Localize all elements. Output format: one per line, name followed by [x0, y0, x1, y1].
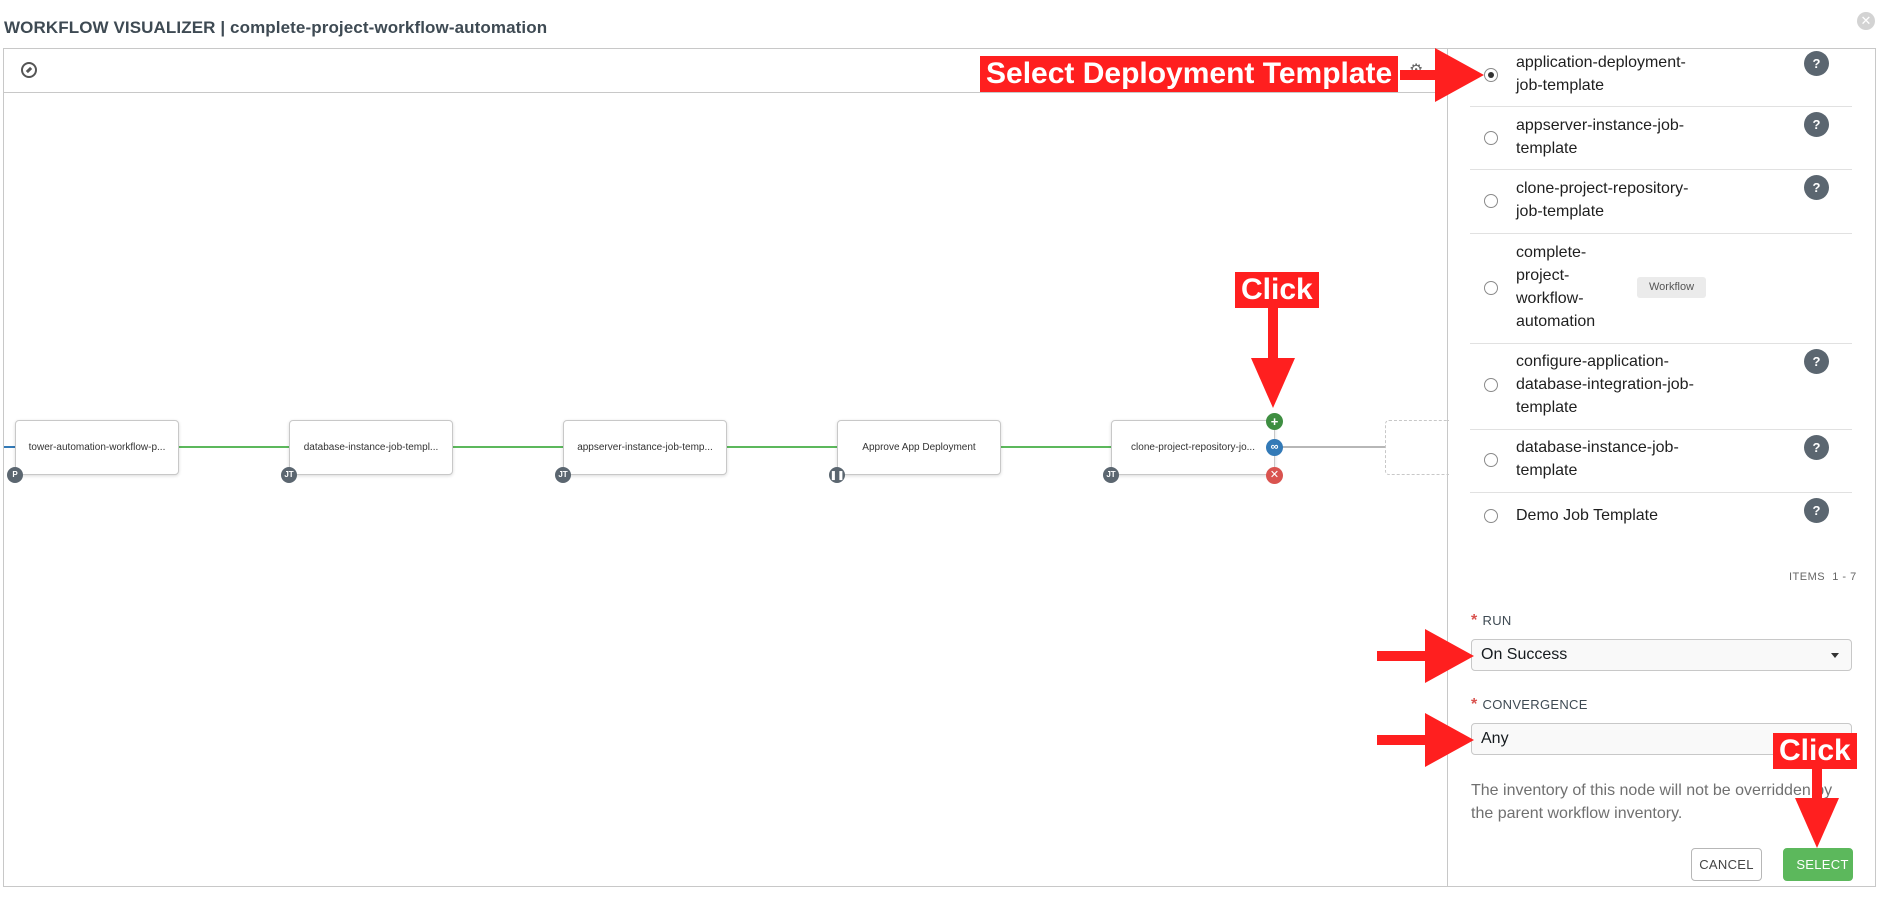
- annotation-arrow-head: [1425, 629, 1474, 683]
- annotation-arrow-head: [1795, 798, 1839, 848]
- caret-down-icon: [1831, 653, 1839, 658]
- required-mark: *: [1471, 696, 1478, 713]
- template-name: clone-project-repository- job-template: [1516, 180, 1689, 220]
- template-radio[interactable]: [1484, 378, 1498, 392]
- annotation-arrow-shaft: [1400, 70, 1440, 80]
- template-name: complete- project- workflow- automation: [1516, 244, 1596, 330]
- convergence-label: * CONVERGENCE: [1471, 696, 1588, 713]
- items-count: ITEMS 1 - 7: [1789, 571, 1857, 583]
- template-row[interactable]: database-instance-job- template ?: [1470, 429, 1852, 493]
- template-row[interactable]: appserver-instance-job- template ?: [1470, 106, 1852, 170]
- annotation-arrow-shaft: [1377, 651, 1427, 661]
- template-radio[interactable]: [1484, 509, 1498, 523]
- annotation-select-template: Select Deployment Template: [980, 56, 1399, 92]
- template-name: Demo Job Template: [1516, 507, 1658, 524]
- help-icon[interactable]: ?: [1804, 112, 1829, 137]
- annotation-arrow-head: [1251, 358, 1295, 408]
- template-name: appserver-instance-job- template: [1516, 117, 1685, 157]
- run-label: * RUN: [1471, 612, 1512, 629]
- annotation-click-add: Click: [1235, 272, 1319, 308]
- annotation-arrow-head: [1425, 713, 1474, 767]
- cancel-button[interactable]: CANCEL: [1691, 848, 1762, 881]
- template-radio[interactable]: [1484, 68, 1498, 82]
- select-button[interactable]: SELECT: [1783, 848, 1853, 881]
- template-radio[interactable]: [1484, 281, 1498, 295]
- help-icon[interactable]: ?: [1804, 435, 1829, 460]
- annotation-click-select: Click: [1773, 733, 1857, 769]
- template-row[interactable]: clone-project-repository- job-template ?: [1470, 169, 1852, 234]
- close-icon[interactable]: ✕: [1857, 12, 1875, 30]
- template-radio[interactable]: [1484, 453, 1498, 467]
- template-name: application-deployment- job-template: [1516, 54, 1686, 94]
- template-name: database-instance-job- template: [1516, 439, 1679, 479]
- help-icon[interactable]: ?: [1804, 175, 1829, 200]
- inventory-help-text: The inventory of this node will not be o…: [1471, 782, 1833, 822]
- annotation-arrow-shaft: [1812, 768, 1822, 800]
- run-select[interactable]: On Success: [1471, 639, 1852, 671]
- help-icon[interactable]: ?: [1804, 349, 1829, 374]
- template-radio[interactable]: [1484, 194, 1498, 208]
- template-radio[interactable]: [1484, 131, 1498, 145]
- template-row[interactable]: configure-application- database-integrat…: [1470, 343, 1852, 430]
- template-row[interactable]: application-deployment- job-template ?: [1470, 50, 1852, 107]
- help-icon[interactable]: ?: [1804, 498, 1829, 523]
- page-title: WORKFLOW VISUALIZER | complete-project-w…: [4, 18, 548, 37]
- annotation-arrow-head: [1435, 48, 1484, 102]
- template-name: configure-application- database-integrat…: [1516, 353, 1694, 416]
- template-row[interactable]: Demo Job Template ?: [1470, 492, 1852, 546]
- annotation-arrow-shaft: [1377, 735, 1427, 745]
- template-row[interactable]: complete- project- workflow- automation …: [1470, 233, 1852, 344]
- required-mark: *: [1471, 612, 1478, 629]
- workflow-tag: Workflow: [1637, 277, 1706, 298]
- help-icon[interactable]: ?: [1804, 51, 1829, 76]
- annotation-arrow-shaft: [1268, 308, 1278, 360]
